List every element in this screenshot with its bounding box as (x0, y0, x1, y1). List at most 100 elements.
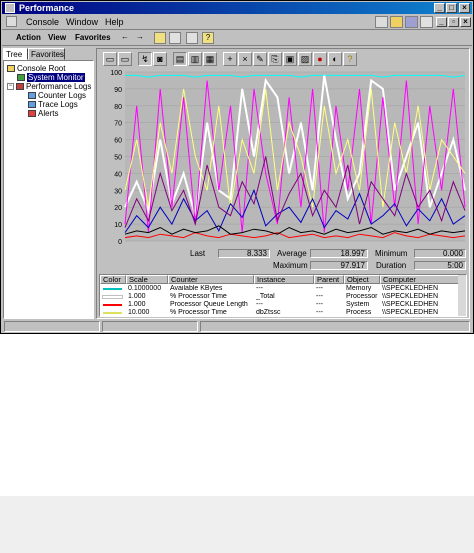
help-icon[interactable]: ? (202, 32, 214, 44)
col-scale[interactable]: Scale (126, 275, 168, 284)
view-chart-icon[interactable]: ▤ (173, 52, 187, 66)
legend-row[interactable]: 1.000 Processor Queue Length --- --- System \… (100, 301, 460, 309)
collapse-toggle-icon[interactable]: − (7, 83, 14, 91)
legend-row[interactable]: 10.000 % Processor Time dbZtssc --- Process \… (100, 309, 460, 316)
clear-display-icon[interactable]: ▭ (118, 52, 132, 66)
highlight-icon[interactable]: ✎ (253, 52, 267, 66)
tree-pane: Tree Favorites Console Root System Monit… (3, 48, 94, 319)
col-color[interactable]: Color (100, 275, 126, 284)
view-report-icon[interactable]: ▦ (203, 52, 217, 66)
legend-cell-instance: _Total (256, 293, 275, 300)
status-bar (2, 321, 472, 333)
mmc-toolbar: Action View Favorites ← → ? (2, 31, 472, 46)
y-tick-label: 10 (114, 222, 122, 229)
help-icon[interactable]: ? (343, 52, 357, 66)
tab-tree[interactable]: Tree (3, 48, 28, 60)
tree-item-alerts[interactable]: Alerts (28, 109, 58, 118)
legend-color-swatch (103, 288, 122, 290)
close-button[interactable]: × (459, 3, 470, 13)
menu-console[interactable]: Console (26, 17, 59, 27)
export-list-icon[interactable] (186, 32, 198, 44)
console-tree: Console Root System Monitor − Performance… (3, 60, 94, 319)
save-icon[interactable] (405, 16, 418, 28)
menu-action[interactable]: Action (16, 33, 41, 42)
col-object[interactable]: Object (344, 275, 380, 284)
col-parent[interactable]: Parent (314, 275, 344, 284)
legend-cell-computer: \\SPECKLEDHEN (382, 309, 439, 316)
legend-cell-counter: Processor Queue Length (170, 301, 248, 308)
tab-favorites[interactable]: Favorites (28, 48, 65, 60)
legend-row[interactable]: 0.1000000 Available KBytes --- --- Memory \\S… (100, 285, 460, 293)
delete-counter-icon[interactable]: × (238, 52, 252, 66)
menu-window[interactable]: Window (66, 17, 98, 27)
tree-item-performance-logs[interactable]: − Performance Logs (7, 82, 91, 91)
title-bar[interactable]: Performance _ □ × (2, 2, 472, 14)
view-log-data-icon[interactable]: ◙ (153, 52, 167, 66)
back-arrow-icon[interactable]: ← (119, 32, 131, 44)
legend-cell-scale: 0.1000000 (128, 285, 162, 292)
legend-cell-object: Process (346, 309, 372, 316)
legend-cell-parent: --- (316, 285, 323, 292)
legend-cell-counter: % Processor Time (170, 293, 227, 300)
new-icon[interactable] (375, 16, 388, 28)
view-histogram-icon[interactable]: ▥ (188, 52, 202, 66)
monitor-toolbar: ▭ ▭ ↯ ◙ ▤ ▥ ▦ + × ✎ ⎘ ▣ ▨ ● ◐ ? (99, 51, 467, 68)
menu-favorites[interactable]: Favorites (75, 33, 111, 42)
tree-item-counter-logs[interactable]: Counter Logs (28, 91, 86, 100)
statistics-bar: Last 8.333 Average 18.997 Minimum 0.000 … (99, 247, 467, 273)
y-tick-label: 0 (118, 239, 122, 246)
up-folder-icon[interactable] (154, 32, 166, 44)
legend-cell-computer: \\SPECKLEDHEN (382, 301, 439, 308)
mdi-close-button[interactable]: × (460, 17, 471, 27)
show-tree-icon[interactable] (169, 32, 181, 44)
trace-logs-icon (28, 101, 36, 109)
y-tick-label: 40 (114, 171, 122, 178)
status-cell-1 (4, 321, 100, 332)
menu-help[interactable]: Help (105, 17, 124, 27)
duration-label: Duration (376, 261, 407, 270)
counter-logs-icon (28, 92, 36, 100)
maximize-button[interactable]: □ (446, 3, 457, 13)
duration-value: 5:00 (414, 261, 466, 270)
update-data-icon[interactable]: ◐ (328, 52, 342, 66)
legend-row[interactable]: 1.000 % Processor Time _Total --- Processor \… (100, 293, 460, 301)
freeze-display-icon[interactable]: ● (313, 52, 327, 66)
status-cell-2 (102, 321, 198, 332)
mdi-minimize-button[interactable]: _ (436, 17, 447, 27)
tree-tabs: Tree Favorites (3, 48, 94, 60)
maximum-label: Maximum (273, 261, 308, 270)
legend-color-swatch (102, 295, 123, 299)
forward-arrow-icon[interactable]: → (134, 32, 146, 44)
monitor-icon (17, 74, 25, 82)
y-tick-label: 80 (114, 104, 122, 111)
open-folder-icon[interactable] (390, 16, 403, 28)
tree-item-system-monitor[interactable]: System Monitor (17, 73, 85, 82)
new-counter-set-icon[interactable]: ▭ (103, 52, 117, 66)
col-computer[interactable]: Computer (380, 275, 460, 284)
new-window-icon[interactable] (420, 16, 433, 28)
status-cell-3 (200, 321, 470, 332)
tree-item-trace-logs[interactable]: Trace Logs (28, 100, 78, 109)
copy-properties-icon[interactable]: ⎘ (268, 52, 282, 66)
view-current-activity-icon[interactable]: ↯ (138, 52, 152, 66)
minimum-label: Minimum (375, 249, 408, 258)
properties-icon[interactable]: ▨ (298, 52, 312, 66)
col-instance[interactable]: Instance (254, 275, 314, 284)
average-value: 18.997 (310, 249, 368, 258)
mdi-restore-button[interactable]: ▫ (448, 17, 459, 27)
paste-counter-list-icon[interactable]: ▣ (283, 52, 297, 66)
legend-cell-parent: --- (316, 293, 323, 300)
performance-chart: 1009080706050403020100 (99, 69, 467, 247)
minimize-button[interactable]: _ (434, 3, 445, 13)
add-counter-icon[interactable]: + (223, 52, 237, 66)
legend-cell-scale: 10.000 (128, 309, 150, 316)
legend-scrollbar[interactable] (458, 275, 466, 316)
performance-window: Performance _ □ × Console Window Help _ … (0, 0, 474, 334)
last-value: 8.333 (218, 249, 270, 258)
tree-item-console-root[interactable]: Console Root (7, 64, 65, 73)
menu-view[interactable]: View (48, 33, 66, 42)
maximum-value: 97.917 (310, 261, 368, 270)
col-counter[interactable]: Counter (168, 275, 254, 284)
y-tick-label: 30 (114, 188, 122, 195)
y-tick-label: 50 (114, 155, 122, 162)
